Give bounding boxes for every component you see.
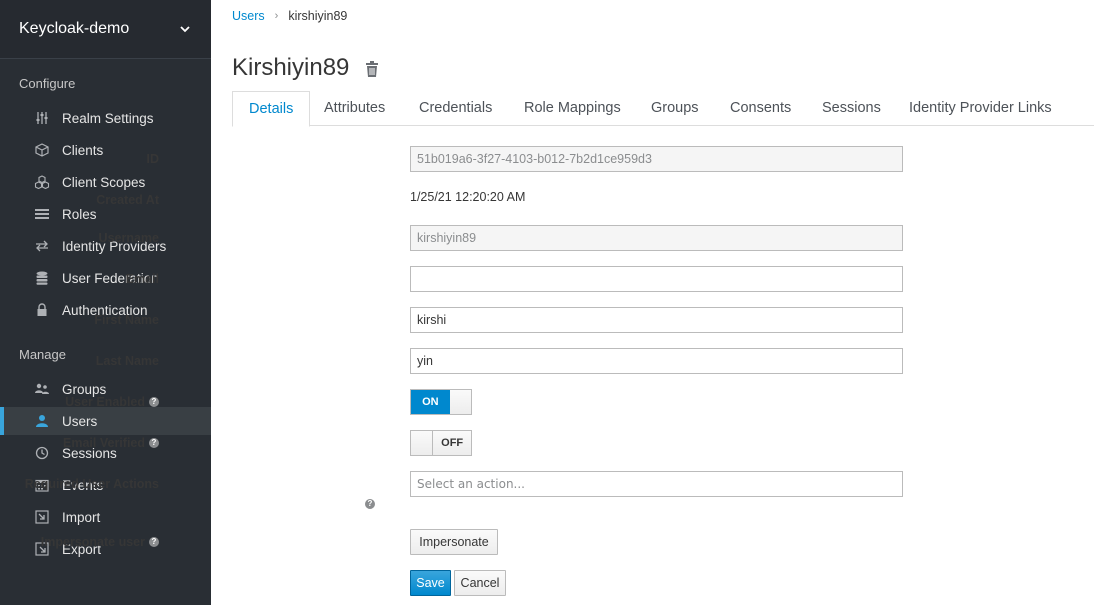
email-verified-label: Email Verified? [63, 436, 159, 450]
help-icon[interactable]: ? [149, 397, 159, 407]
page-title: Kirshiyin89 [232, 54, 350, 81]
username-label: Username [98, 231, 159, 245]
user-enabled-toggle[interactable]: ON [410, 389, 472, 415]
email-label: Email [125, 272, 159, 286]
first-name-field[interactable]: kirshi [410, 307, 903, 333]
breadcrumb-users-link[interactable]: Users [232, 9, 265, 23]
first-name-label: First Name [94, 313, 159, 327]
id-field: 51b019a6-3f27-4103-b012-7b2d1ce959d3 [410, 146, 903, 172]
help-icon[interactable]: ? [149, 438, 159, 448]
sidebar-item-realm-settings[interactable]: Realm Settings [0, 104, 211, 132]
tab-consents[interactable]: Consents [714, 91, 807, 126]
tab-details[interactable]: Details [232, 91, 311, 127]
email-verified-toggle[interactable]: OFF [410, 430, 472, 456]
last-name-label: Last Name [95, 354, 159, 368]
realm-name: Keycloak-demo [19, 20, 130, 37]
sidebar-item-label: Realm Settings [62, 110, 154, 126]
clock-icon [34, 445, 50, 461]
users-icon [34, 381, 50, 397]
sidebar-item-client-scopes[interactable]: Client Scopes [0, 168, 211, 196]
sidebar-item-user-federation[interactable]: User Federation [0, 264, 211, 292]
cancel-button[interactable]: Cancel [454, 570, 506, 596]
cube-icon [34, 142, 50, 158]
sidebar-item-label: Import [62, 509, 101, 525]
help-icon[interactable]: ? [365, 499, 375, 509]
tab-sessions[interactable]: Sessions [806, 91, 897, 126]
tab-attributes[interactable]: Attributes [308, 91, 401, 126]
save-button[interactable]: Save [410, 570, 451, 596]
toggle-knob [449, 390, 471, 414]
exchange-icon [34, 238, 50, 254]
tab-credentials[interactable]: Credentials [403, 91, 508, 126]
username-field: kirshiyin89 [410, 225, 903, 251]
sidebar-item-users[interactable]: Users [0, 407, 211, 435]
tab-bar: Details Attributes Credentials Role Mapp… [232, 91, 1094, 127]
sidebar-item-label: Roles [62, 206, 97, 222]
breadcrumb-separator: › [274, 10, 279, 22]
lock-icon [34, 302, 50, 318]
tab-groups[interactable]: Groups [635, 91, 715, 126]
tab-identity-provider-links[interactable]: Identity Provider Links [893, 91, 1068, 126]
user-enabled-label: User Enabled? [65, 395, 159, 409]
list-icon [34, 206, 50, 222]
sidebar-item-label: Clients [62, 142, 104, 158]
sidebar-item-import[interactable]: Import [0, 503, 211, 531]
trash-icon[interactable] [363, 60, 381, 78]
created-at-label: Created At [96, 193, 159, 207]
required-actions-select[interactable]: Select an action... [410, 471, 903, 497]
main-content: Users › kirshiyin89 Kirshiyin89 Details … [211, 0, 1094, 605]
toggle-on-label: ON [411, 390, 450, 414]
sidebar: Keycloak-demo Configure Realm Settings C… [0, 0, 211, 605]
manage-section-label: Manage [19, 347, 66, 362]
sidebar-item-clients[interactable]: Clients [0, 136, 211, 164]
tab-role-mappings[interactable]: Role Mappings [508, 91, 637, 126]
chevron-down-icon [180, 26, 190, 33]
import-icon [34, 509, 50, 525]
sidebar-item-label: Users [62, 413, 98, 429]
email-field[interactable] [410, 266, 903, 292]
user-icon [34, 413, 50, 429]
impersonate-label: Impersonate user? [41, 535, 159, 549]
toggle-knob [411, 431, 433, 455]
sidebar-item-label: Client Scopes [62, 174, 146, 190]
database-icon [34, 270, 50, 286]
last-name-field[interactable]: yin [410, 348, 903, 374]
cubes-icon [34, 174, 50, 190]
required-actions-label: Required User Actions [24, 477, 159, 491]
toggle-off-label: OFF [432, 431, 471, 455]
breadcrumb: Users › kirshiyin89 [232, 9, 347, 23]
breadcrumb-current: kirshiyin89 [288, 9, 348, 23]
created-at-value: 1/25/21 12:20:20 AM [410, 190, 526, 204]
id-label: ID [146, 152, 160, 166]
impersonate-button[interactable]: Impersonate [410, 529, 498, 555]
help-icon[interactable]: ? [149, 537, 159, 547]
realm-selector[interactable]: Keycloak-demo [0, 0, 211, 59]
configure-section-label: Configure [19, 76, 76, 91]
sliders-icon [34, 110, 50, 126]
